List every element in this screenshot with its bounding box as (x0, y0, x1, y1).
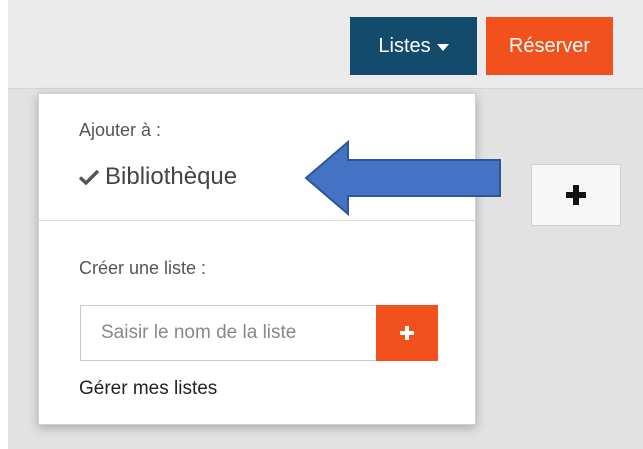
dropdown-divider (39, 220, 475, 221)
arrow-left-icon (304, 140, 501, 217)
list-item-library[interactable]: Bibliothèque (79, 160, 237, 194)
add-to-label: Ajouter à : (79, 120, 162, 140)
check-icon (79, 169, 99, 185)
list-name-input[interactable] (80, 305, 376, 361)
reserve-button[interactable]: Réserver (486, 17, 613, 75)
create-list-label: Créer une liste : (79, 258, 207, 278)
library-item-label: Bibliothèque (105, 163, 238, 190)
create-list-button[interactable] (376, 305, 438, 361)
lists-button-label: Listes (378, 34, 431, 57)
caret-down-icon (436, 43, 449, 51)
manage-lists-link[interactable]: Gérer mes listes (79, 378, 217, 400)
reserve-button-label: Réserver (508, 34, 591, 57)
add-button[interactable] (531, 164, 621, 226)
plus-icon (400, 326, 414, 340)
lists-dropdown-button[interactable]: Listes (350, 17, 477, 75)
plus-icon (566, 185, 586, 205)
